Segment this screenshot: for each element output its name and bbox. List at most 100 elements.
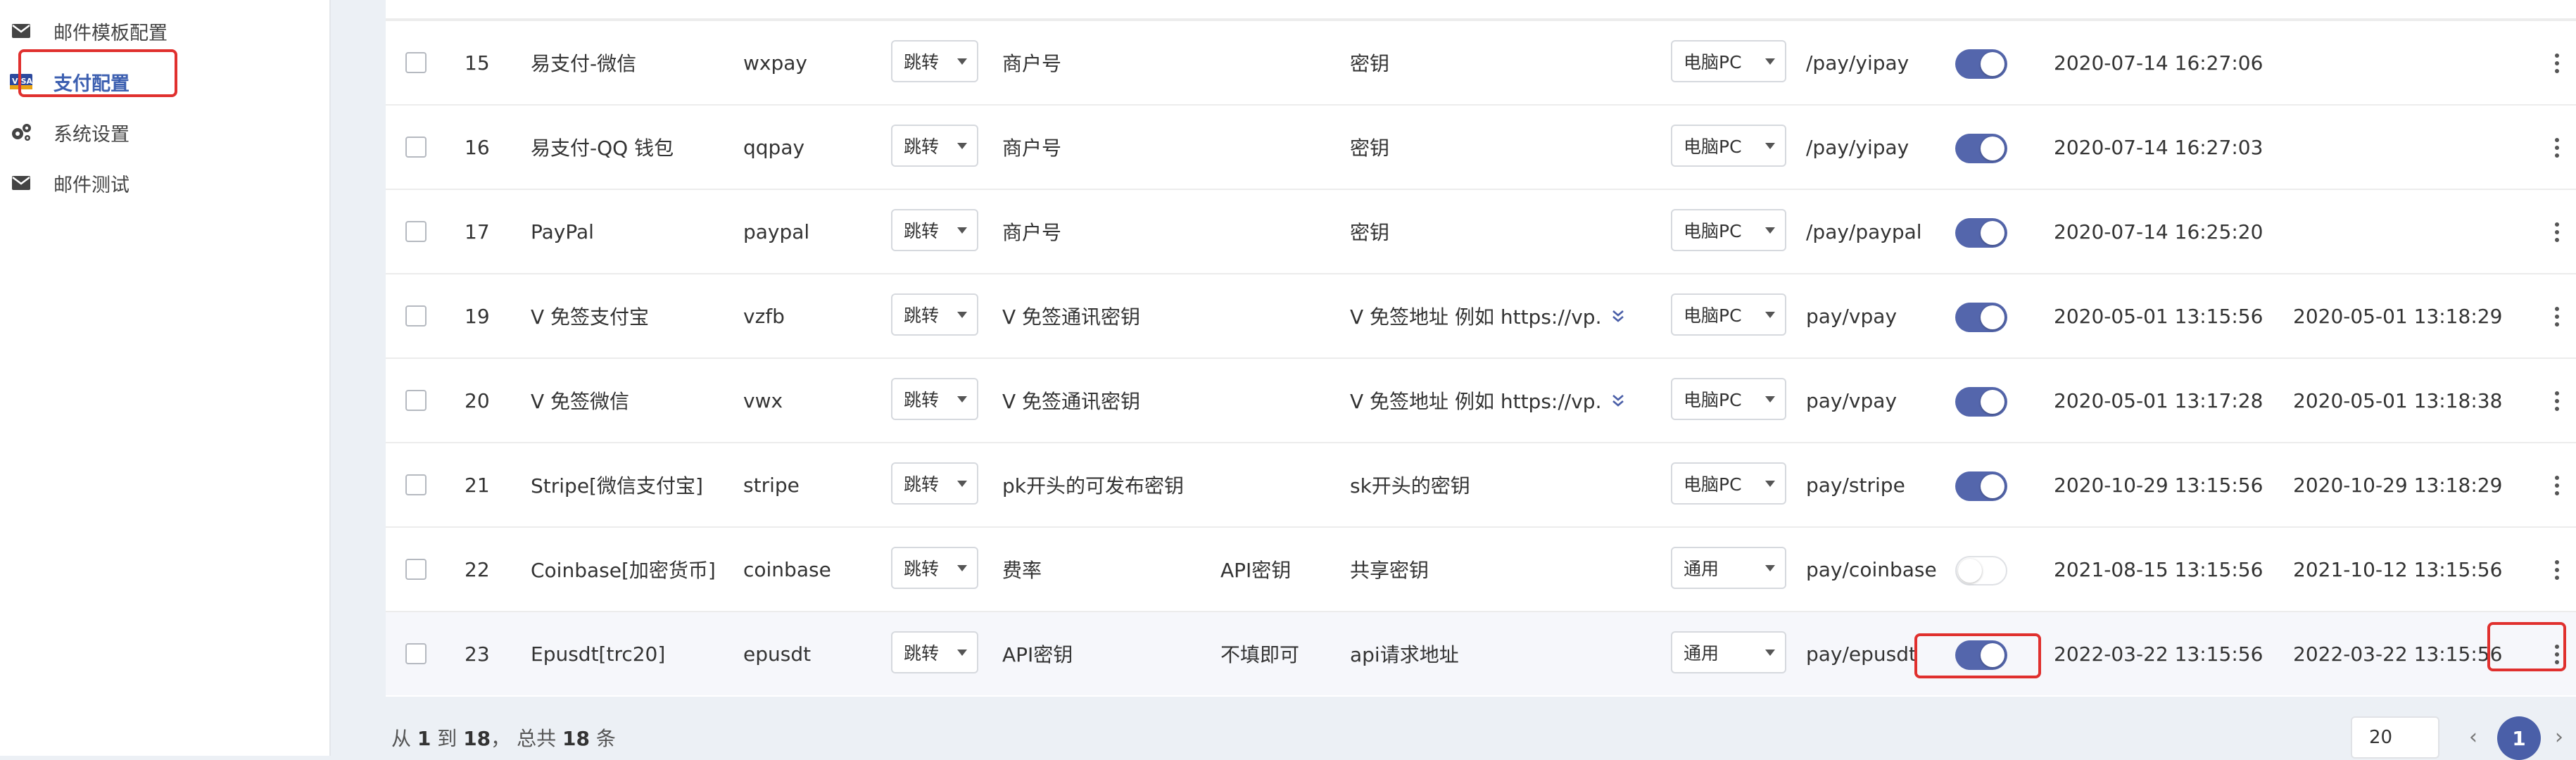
caret-down-icon: [1765, 58, 1775, 65]
table-row: 16 易支付-QQ 钱包 qqpay 跳转 商户号 密钥 电脑PC/pay/yipay 202…: [386, 104, 2576, 189]
summary-text: 从: [391, 727, 417, 750]
row-checkbox[interactable]: [405, 305, 427, 327]
next-page-button[interactable]: ›: [2555, 725, 2563, 749]
current-page-button[interactable]: 1: [2497, 716, 2541, 760]
row-actions-kebab-icon[interactable]: [2553, 474, 2561, 497]
row-client-select[interactable]: 电脑PC: [1671, 293, 1786, 336]
row-method-select[interactable]: 跳转: [891, 209, 978, 251]
row-client-value: 电脑PC: [1684, 221, 1742, 241]
row-actions-kebab-icon[interactable]: [2553, 52, 2561, 75]
row-enabled-toggle[interactable]: [1955, 49, 2007, 79]
row-id: 16: [465, 135, 490, 159]
row-checkbox[interactable]: [405, 52, 427, 73]
caret-down-icon: [957, 396, 967, 403]
row-client-select[interactable]: 通用: [1671, 631, 1786, 673]
row-client-value: 通用: [1684, 643, 1719, 664]
row-enabled-toggle[interactable]: [1955, 134, 2007, 163]
row-checkbox[interactable]: [405, 390, 427, 411]
sidebar-item-system-settings[interactable]: 系统设置: [0, 107, 329, 158]
row-secret-field: 密钥: [1350, 52, 1390, 75]
row-merchant-field: API密钥: [1002, 643, 1073, 666]
row-actions-kebab-icon[interactable]: [2553, 137, 2561, 159]
row-client-select[interactable]: 电脑PC: [1671, 40, 1786, 82]
row-enabled-toggle[interactable]: [1955, 556, 2007, 585]
row-actions-kebab-icon[interactable]: [2553, 305, 2561, 328]
row-client-select[interactable]: 电脑PC: [1671, 378, 1786, 420]
envelope-icon: [10, 172, 32, 194]
caret-down-icon: [957, 58, 967, 65]
row-payment-name: 易支付-微信: [531, 52, 637, 75]
row-method-select[interactable]: 跳转: [891, 40, 978, 82]
row-merchant-field: V 免签通讯密钥: [1002, 305, 1141, 329]
row-id: 20: [465, 388, 490, 412]
row-actions-kebab-icon[interactable]: [2553, 221, 2561, 243]
row-method-select[interactable]: 跳转: [891, 293, 978, 336]
row-payment-name: Coinbase[加密货币]: [531, 559, 716, 582]
row-actions-kebab-icon[interactable]: [2553, 390, 2561, 412]
row-checkbox[interactable]: [405, 221, 427, 242]
row-created-at: 2020-07-14 16:27:03: [2054, 135, 2264, 159]
envelope-icon: [10, 20, 32, 42]
table-row: 21 Stripe[微信支付宝] stripe 跳转 pk开头的可发布密钥 sk开头的密钥…: [386, 442, 2576, 526]
toggle-knob: [1981, 305, 2004, 329]
row-secret-field: api请求地址: [1350, 643, 1459, 666]
row-client-select[interactable]: 通用: [1671, 547, 1786, 589]
row-client-select[interactable]: 电脑PC: [1671, 462, 1786, 505]
row-method-select[interactable]: 跳转: [891, 462, 978, 505]
caret-down-icon: [957, 143, 967, 149]
row-enabled-toggle[interactable]: [1955, 387, 2007, 417]
row-client-select[interactable]: 电脑PC: [1671, 125, 1786, 167]
caret-down-icon: [1765, 481, 1775, 487]
caret-down-icon: [957, 227, 967, 234]
caret-down-icon: [1765, 565, 1775, 571]
caret-down-icon: [957, 565, 967, 571]
caret-down-icon: [1765, 143, 1775, 149]
row-method-select[interactable]: 跳转: [891, 631, 978, 673]
row-created-at: 2020-07-14 16:27:06: [2054, 51, 2264, 75]
row-check-code: qqpay: [743, 135, 805, 159]
row-enabled-toggle[interactable]: [1955, 471, 2007, 501]
toggle-knob: [1981, 643, 2004, 667]
row-enabled-toggle[interactable]: [1955, 640, 2007, 670]
row-method-select[interactable]: 跳转: [891, 378, 978, 420]
row-id: 15: [465, 51, 490, 75]
row-client-value: 电脑PC: [1684, 52, 1742, 72]
sidebar-item-label: 邮件测试: [53, 174, 130, 196]
row-updated-at: 2021-10-12 13:15:56: [2293, 557, 2503, 581]
row-actions-kebab-icon[interactable]: [2553, 559, 2561, 581]
row-method-select[interactable]: 跳转: [891, 547, 978, 589]
summary-to: 18: [463, 727, 491, 750]
row-created-at: 2020-10-29 13:15:56: [2054, 473, 2264, 497]
caret-down-icon: [957, 312, 967, 318]
row-method-value: 跳转: [904, 305, 940, 326]
row-checkbox[interactable]: [405, 643, 427, 664]
row-actions-kebab-icon[interactable]: [2553, 643, 2561, 666]
prev-page-button[interactable]: ‹: [2469, 725, 2477, 749]
row-method-value: 跳转: [904, 221, 940, 241]
row-method-value: 跳转: [904, 559, 940, 579]
page-size-select[interactable]: 20: [2351, 716, 2439, 759]
row-check-code: epusdt: [743, 642, 812, 666]
row-client-select[interactable]: 电脑PC: [1671, 209, 1786, 251]
table-row: 23 Epusdt[trc20] epusdt 跳转 API密钥 不填即可 api请求地址 通…: [386, 611, 2576, 695]
sidebar-item-payment-config[interactable]: VISA 支付配置: [0, 56, 329, 107]
row-payment-name: 易支付-QQ 钱包: [531, 137, 674, 160]
expand-chevron-icon[interactable]: [1611, 393, 1625, 408]
row-checkbox[interactable]: [405, 137, 427, 158]
page-size-value: 20: [2369, 727, 2393, 748]
row-checkbox[interactable]: [405, 559, 427, 580]
expand-chevron-icon[interactable]: [1611, 308, 1625, 324]
row-route: pay/stripe: [1806, 473, 1905, 497]
sidebar-item-label: 邮件模板配置: [53, 22, 168, 44]
row-checkbox[interactable]: [405, 474, 427, 495]
row-method-select[interactable]: 跳转: [891, 125, 978, 167]
caret-down-icon: [1765, 396, 1775, 403]
row-method-value: 跳转: [904, 390, 940, 410]
row-enabled-toggle[interactable]: [1955, 218, 2007, 248]
summary-total: 18: [562, 727, 590, 750]
sidebar-item-mail-test[interactable]: 邮件测试: [0, 158, 329, 208]
caret-down-icon: [1765, 227, 1775, 234]
row-enabled-toggle[interactable]: [1955, 303, 2007, 332]
row-client-value: 通用: [1684, 559, 1719, 579]
sidebar-item-mail-template[interactable]: 邮件模板配置: [0, 6, 329, 56]
